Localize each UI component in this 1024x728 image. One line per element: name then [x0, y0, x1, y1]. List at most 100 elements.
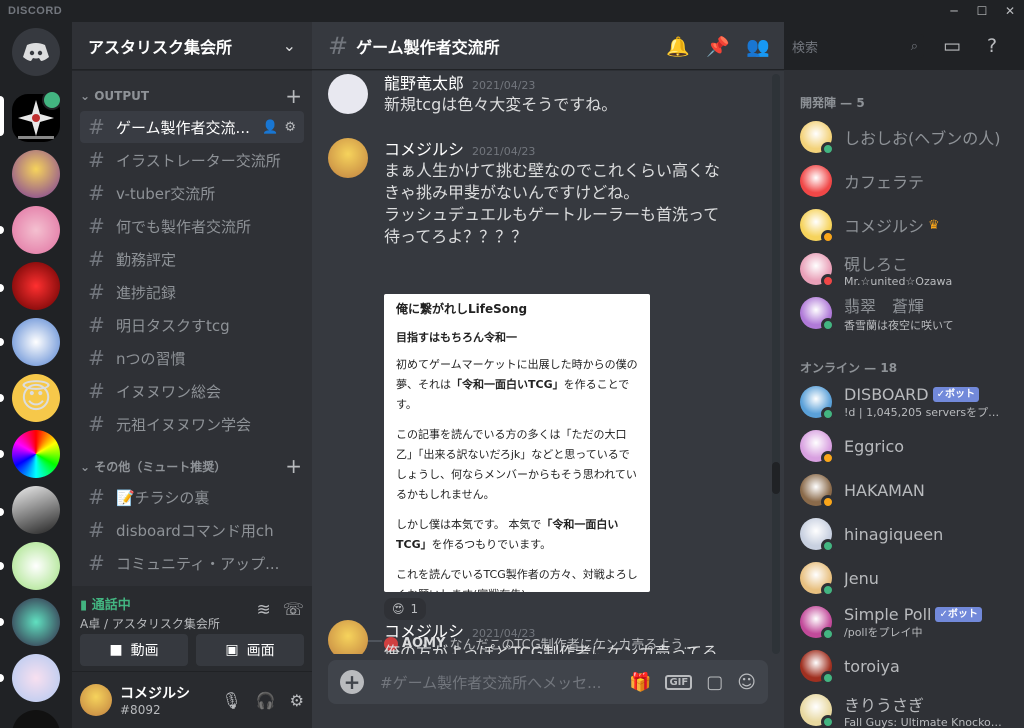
pin-icon[interactable]: 📌 [706, 35, 730, 58]
user-name: コメジルシ [120, 686, 190, 702]
channel-game-dev[interactable]: # ゲーム製作者交流... 👤 ⚙ [80, 111, 304, 143]
avatar[interactable] [328, 74, 368, 114]
member-item[interactable]: HAKAMAN [792, 468, 1016, 512]
bell-icon[interactable]: 🔔 [666, 35, 690, 58]
guild-header[interactable]: アスタリスク集会所 ⌄ [72, 22, 312, 70]
channel-tomorrow-tasks[interactable]: # 明日タスクすtcg [80, 309, 304, 341]
member-item[interactable]: hinagiqueen [792, 512, 1016, 556]
close-window-button[interactable]: ✕ [996, 0, 1024, 22]
server-6[interactable]: 😇 [12, 374, 60, 422]
server-3[interactable] [12, 206, 60, 254]
channel-inunuwan-general[interactable]: # イヌヌワン総会 [80, 375, 304, 407]
channel-anything[interactable]: # 何でも製作者交流所 [80, 210, 304, 242]
search-input[interactable]: 検索 ⌕ [786, 34, 924, 58]
disconnect-icon[interactable]: ☏ [283, 600, 304, 620]
video-button[interactable]: ■ 動画 [80, 634, 188, 666]
avatar[interactable] [328, 138, 368, 178]
message-author[interactable]: 龍野竜太郎 [384, 70, 464, 94]
member-group-title: 開発陣 — 5 [800, 96, 865, 110]
server-4[interactable] [12, 262, 60, 310]
member-item[interactable]: Eggrico [792, 424, 1016, 468]
server-8[interactable] [12, 486, 60, 534]
noise-suppression-icon[interactable]: ≋ [256, 600, 270, 620]
status-indicator [821, 142, 835, 156]
channel-habits[interactable]: # nつの習慣 [80, 342, 304, 374]
member-item[interactable]: Jenu [792, 556, 1016, 600]
channel-inunuwan-society[interactable]: # 元祖イヌヌワン学会 [80, 408, 304, 440]
gear-icon[interactable]: ⚙ [284, 120, 296, 135]
sticker-icon[interactable]: ▢ [706, 672, 723, 693]
server-11[interactable] [12, 654, 60, 702]
category-output[interactable]: ⌄ OUTPUT + [72, 82, 312, 110]
member-activity: /pollをプレイ中 [844, 625, 923, 639]
gift-icon[interactable]: 🎁 [629, 672, 651, 693]
members-icon[interactable]: 👥 [746, 35, 770, 58]
emoji-icon[interactable]: ☺ [737, 672, 756, 693]
member-item[interactable]: Simple Poll ✓ボット/pollをプレイ中 [792, 600, 1016, 644]
server-5[interactable] [12, 318, 60, 366]
channel-disboard[interactable]: # disboardコマンド用ch [80, 514, 304, 546]
category-other[interactable]: ⌄ その他（ミュート推奨） + [72, 452, 312, 480]
chat-area: # ゲーム製作者交流所 龍野竜太郎 2021/04/23 新規tcgは色々大変そ… [312, 22, 784, 728]
voice-status[interactable]: ▮ 通話中 [80, 594, 220, 613]
channel-illustrator[interactable]: # イラストレーター交流所 [80, 144, 304, 176]
avatar[interactable] [80, 684, 112, 716]
member-item[interactable]: toroiya [792, 644, 1016, 688]
member-item[interactable]: しおしお(ヘブンの人) [792, 115, 1016, 159]
headphones-icon[interactable]: 🎧 [256, 691, 276, 710]
member-item[interactable]: きりうさぎ Fall Guys: Ultimate Knockout... [792, 688, 1016, 728]
message-author[interactable]: コメジルシ [384, 136, 464, 160]
hash-icon: # [88, 518, 105, 542]
channel-community[interactable]: # コミュニティ・アップ... [80, 547, 304, 579]
channel-label: 📝チラシの裏 [116, 488, 210, 507]
hash-icon: # [328, 31, 349, 60]
status-indicator [821, 318, 835, 332]
member-activity: 香雪蘭は夜空に咲いて [844, 319, 954, 332]
home-button[interactable] [12, 28, 60, 76]
server-10[interactable] [12, 598, 60, 646]
microphone-icon[interactable]: 🎙 [221, 691, 241, 710]
channel-work-eval[interactable]: # 勤務評定 [80, 243, 304, 275]
message-text-line: 待ってろよ？？？？ [384, 227, 528, 246]
avatar [800, 121, 835, 156]
upload-plus-icon[interactable]: + [340, 670, 364, 694]
message-list: 龍野竜太郎 2021/04/23 新規tcgは色々大変そうですね。 コメジルシ … [312, 70, 784, 654]
channel-flyer[interactable]: # 📝チラシの裏 [80, 481, 304, 513]
minimize-button[interactable]: ─ [940, 0, 968, 22]
avatar[interactable] [328, 620, 368, 654]
hash-icon: # [88, 346, 105, 370]
help-icon[interactable]: ? [980, 35, 1004, 57]
title-bar: DISCORD ─ ☐ ✕ [0, 0, 1024, 22]
voice-panel: ▮ 通話中 A卓 / アスタリスク集会所 ≋ ☏ ■ 動画 ▣ 画面 [72, 586, 312, 672]
member-item[interactable]: DISBOARD ✓ボット !d | 1,045,205 serversをプレ... [792, 380, 1016, 424]
screen-share-button[interactable]: ▣ 画面 [196, 634, 304, 666]
maximize-button[interactable]: ☐ [968, 0, 996, 22]
gear-icon[interactable]: ⚙ [290, 691, 304, 710]
invite-icon[interactable]: 👤 [262, 120, 278, 135]
voice-location[interactable]: A卓 / アスタリスク集会所 [80, 615, 220, 632]
member-name: Jenu [844, 568, 879, 588]
add-channel-icon[interactable]: + [285, 86, 302, 106]
server-12[interactable] [12, 710, 60, 728]
member-item[interactable]: カフェラテ [792, 159, 1016, 203]
channel-progress[interactable]: # 進捗記録 [80, 276, 304, 308]
member-item[interactable]: 翡翠 蒼輝 香雪蘭は夜空に咲いて [792, 291, 1016, 335]
message-author[interactable]: コメジルシ [384, 618, 464, 642]
member-item[interactable]: コメジルシ ♛ [792, 203, 1016, 247]
server-7[interactable] [12, 430, 60, 478]
scrollbar[interactable] [772, 74, 780, 654]
add-channel-icon[interactable]: + [285, 456, 302, 476]
status-indicator [821, 627, 835, 641]
server-2[interactable] [12, 150, 60, 198]
inbox-icon[interactable]: ▭ [940, 35, 964, 57]
member-item[interactable]: 硯しろこ Mr.☆united☆Ozawa [792, 247, 1016, 291]
reaction-button[interactable]: 😍 1 [384, 598, 427, 620]
message-input[interactable]: #ゲーム製作者交流所へメッセ... [380, 672, 629, 693]
avatar [800, 297, 835, 332]
hash-icon: # [88, 313, 105, 337]
image-attachment[interactable]: 俺に繋がれしLifeSong 目指すはもちろん令和一 初めてゲームマーケットに出… [384, 294, 650, 592]
server-9[interactable] [12, 542, 60, 590]
scrollbar-thumb[interactable] [772, 462, 780, 494]
gif-button[interactable]: GIF [665, 674, 693, 690]
channel-vtuber[interactable]: # v-tuber交流所 [80, 177, 304, 209]
